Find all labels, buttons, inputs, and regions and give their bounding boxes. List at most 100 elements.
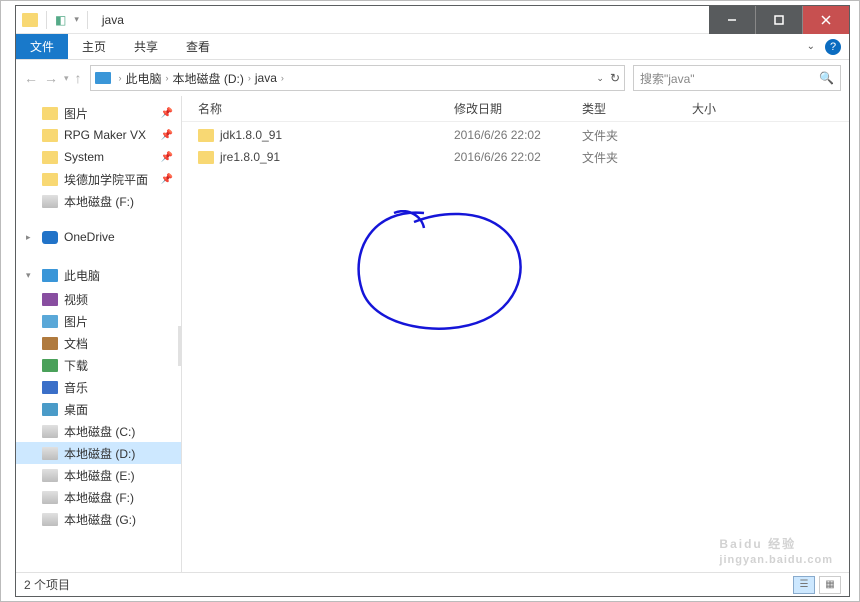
doc-icon: [42, 337, 58, 350]
forward-button[interactable]: →: [44, 70, 58, 86]
minimize-button[interactable]: [709, 6, 755, 34]
tree-item[interactable]: 视频: [16, 288, 181, 310]
nav-tree[interactable]: 图片📌RPG Maker VX📌System📌埃德加学院平面📌本地磁盘 (F:)…: [16, 96, 182, 572]
tree-item[interactable]: 下载: [16, 354, 181, 376]
close-button[interactable]: [803, 6, 849, 34]
tab-home[interactable]: 主页: [68, 34, 120, 59]
tree-item[interactable]: 本地磁盘 (G:): [16, 508, 181, 530]
refresh-icon[interactable]: ↻: [610, 71, 620, 85]
recent-dropdown[interactable]: ▾: [64, 73, 69, 84]
breadcrumb[interactable]: 此电脑: [126, 70, 162, 87]
address-bar[interactable]: › 此电脑 › 本地磁盘 (D:) › java › ⌄ ↻: [90, 65, 625, 91]
tree-item[interactable]: System 📌: [16, 146, 181, 168]
tree-label: 本地磁盘 (D:): [64, 445, 135, 462]
file-name: jre1.8.0_91: [220, 150, 280, 164]
main-area: 图片📌RPG Maker VX📌System📌埃德加学院平面📌本地磁盘 (F:)…: [16, 96, 849, 572]
tree-label: OneDrive: [64, 230, 115, 244]
address-dropdown-icon[interactable]: ⌄: [596, 73, 604, 84]
tree-label: 本地磁盘 (G:): [64, 511, 136, 528]
tree-label: 音乐: [64, 379, 88, 396]
annotation-circle: [354, 210, 534, 340]
vid-icon: [42, 293, 58, 306]
col-name[interactable]: 名称: [198, 100, 454, 117]
tab-view[interactable]: 查看: [172, 34, 224, 59]
ribbon: 文件 主页 共享 查看 ⌄ ?: [16, 34, 849, 60]
item-count: 2 个项目: [24, 576, 70, 593]
tree-label: 本地磁盘 (F:): [64, 489, 134, 506]
explorer-window: ◧ ▾ java 文件 主页 共享 查看 ⌄ ?: [15, 5, 850, 597]
tree-onedrive[interactable]: ▸ OneDrive: [16, 224, 181, 250]
icons-view-button[interactable]: ▦: [819, 576, 841, 594]
tree-item[interactable]: 桌面: [16, 398, 181, 420]
up-button[interactable]: ↑: [75, 70, 82, 86]
status-bar: 2 个项目 ☰ ▦: [16, 572, 849, 596]
nav-arrows: ← → ▾ ↑: [24, 70, 82, 86]
tree-item[interactable]: 本地磁盘 (F:): [16, 486, 181, 508]
tree-item[interactable]: 音乐: [16, 376, 181, 398]
properties-icon[interactable]: ◧: [55, 13, 66, 27]
search-icon: 🔍: [819, 71, 834, 85]
col-type[interactable]: 类型: [582, 100, 692, 117]
quick-access-toolbar: ◧ ▾: [16, 11, 94, 29]
pic-icon: [42, 315, 58, 328]
drive-icon: [42, 513, 58, 526]
view-toggles: ☰ ▦: [793, 576, 841, 594]
tree-label: 文档: [64, 335, 88, 352]
tree-label: 图片: [64, 105, 88, 122]
qat-dropdown-icon[interactable]: ▾: [74, 14, 79, 25]
tab-share[interactable]: 共享: [120, 34, 172, 59]
file-date: 2016/6/26 22:02: [454, 150, 582, 164]
search-input[interactable]: 搜索"java" 🔍: [633, 65, 841, 91]
titlebar: ◧ ▾ java: [16, 6, 849, 34]
tree-item[interactable]: 本地磁盘 (E:): [16, 464, 181, 486]
col-date[interactable]: 修改日期: [454, 100, 582, 117]
dl-icon: [42, 359, 58, 372]
details-view-button[interactable]: ☰: [793, 576, 815, 594]
maximize-button[interactable]: [756, 6, 802, 34]
tree-label: 本地磁盘 (C:): [64, 423, 135, 440]
pin-icon: 📌: [161, 174, 173, 185]
folder-icon: [198, 129, 214, 142]
tree-item[interactable]: 本地磁盘 (D:): [16, 442, 181, 464]
tree-label: 本地磁盘 (E:): [64, 467, 135, 484]
tree-item[interactable]: 埃德加学院平面📌: [16, 168, 181, 190]
pc-icon: [42, 269, 58, 282]
tree-label: System: [64, 150, 104, 164]
back-button[interactable]: ←: [24, 70, 38, 86]
tree-item[interactable]: 本地磁盘 (C:): [16, 420, 181, 442]
table-row[interactable]: jre1.8.0_912016/6/26 22:02文件夹: [182, 146, 849, 168]
tree-item[interactable]: 文档: [16, 332, 181, 354]
drive-icon: [42, 425, 58, 438]
search-placeholder: 搜索"java": [640, 70, 695, 87]
tree-label: RPG Maker VX: [64, 128, 146, 142]
rows-container: jdk1.8.0_912016/6/26 22:02文件夹jre1.8.0_91…: [182, 122, 849, 572]
breadcrumb[interactable]: 本地磁盘 (D:): [173, 70, 244, 87]
help-icon[interactable]: ?: [825, 39, 841, 55]
divider: [46, 11, 47, 29]
tree-label: 图片: [64, 313, 88, 330]
col-size[interactable]: 大小: [692, 100, 772, 117]
breadcrumb[interactable]: java: [255, 71, 277, 85]
collapse-icon[interactable]: ▾: [26, 270, 36, 281]
tree-this-pc[interactable]: ▾ 此电脑: [16, 262, 181, 288]
expand-icon[interactable]: ▸: [26, 232, 36, 243]
tree-item[interactable]: 图片📌: [16, 102, 181, 124]
cloud-icon: [42, 231, 58, 244]
tree-item[interactable]: 图片: [16, 310, 181, 332]
drive-icon: [42, 469, 58, 482]
pc-icon: [95, 72, 111, 84]
folder-icon: [42, 173, 58, 186]
tree-item[interactable]: 本地磁盘 (F:): [16, 190, 181, 212]
file-type: 文件夹: [582, 127, 692, 144]
pin-icon: 📌: [161, 130, 173, 141]
desk-icon: [42, 403, 58, 416]
table-row[interactable]: jdk1.8.0_912016/6/26 22:02文件夹: [182, 124, 849, 146]
ribbon-expand-icon[interactable]: ⌄: [807, 41, 815, 52]
tree-label: 本地磁盘 (F:): [64, 193, 134, 210]
pin-icon: 📌: [161, 152, 173, 163]
file-tab[interactable]: 文件: [16, 34, 68, 59]
tree-item[interactable]: RPG Maker VX 📌: [16, 124, 181, 146]
folder-icon: [22, 13, 38, 27]
file-name: jdk1.8.0_91: [220, 128, 282, 142]
address-row: ← → ▾ ↑ › 此电脑 › 本地磁盘 (D:) › java › ⌄ ↻: [16, 60, 849, 96]
